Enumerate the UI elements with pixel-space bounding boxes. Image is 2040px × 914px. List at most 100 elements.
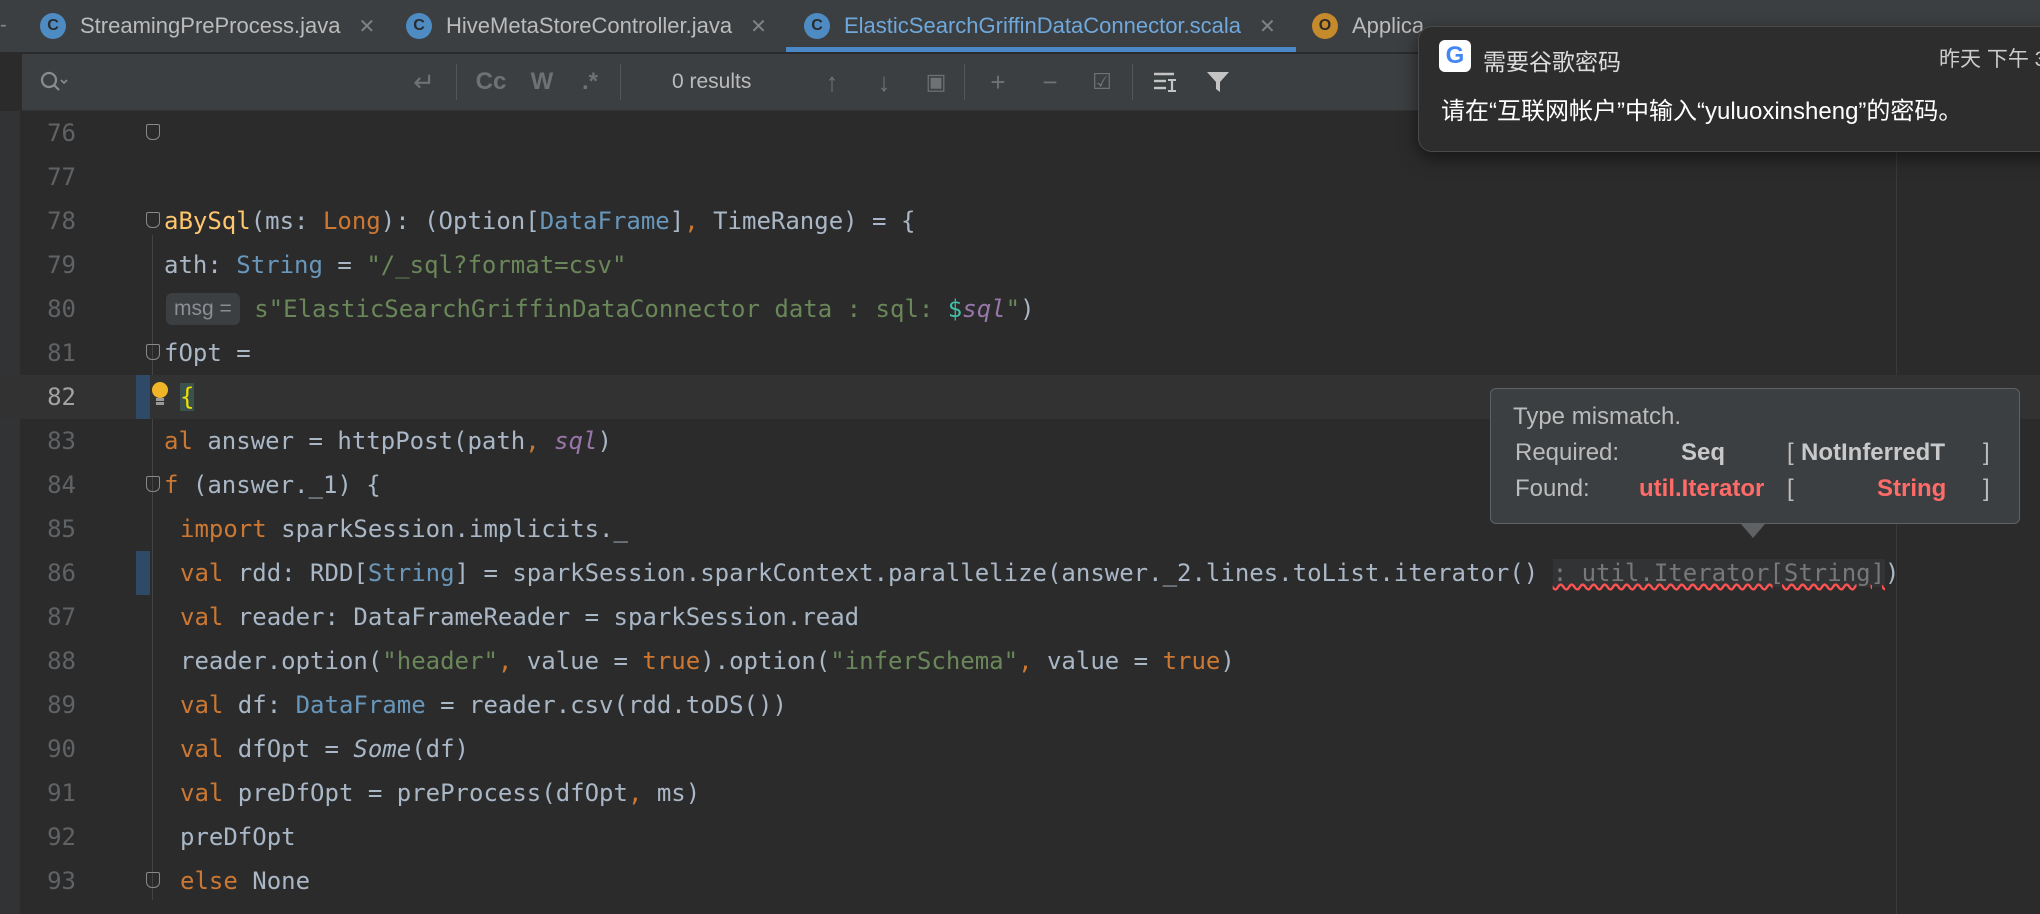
code-line[interactable]: 77 xyxy=(0,155,2040,199)
tab-label: Applica xyxy=(1352,13,1425,38)
type-inlay-hint: : util.Iterator[String] xyxy=(1552,559,1886,587)
search-icon[interactable] xyxy=(34,54,74,110)
found-row: Found: util.Iterator [ String ] xyxy=(1515,475,2015,509)
change-marker xyxy=(136,375,150,419)
line-number: 79 xyxy=(47,251,76,279)
close-icon[interactable]: ✕ xyxy=(358,14,375,39)
java-class-icon: C xyxy=(406,13,432,39)
code-line[interactable]: 89 val df: DataFrame = reader.csv(rdd.to… xyxy=(0,683,2040,727)
code-line[interactable]: 87 val reader: DataFrameReader = sparkSe… xyxy=(0,595,2040,639)
code-text: val rdd: RDD[String] = sparkSession.spar… xyxy=(180,559,1900,587)
line-number: 76 xyxy=(47,119,76,147)
fold-icon[interactable] xyxy=(146,476,160,492)
new-line-icon[interactable]: ↵ xyxy=(404,54,444,110)
fold-icon[interactable] xyxy=(146,344,160,360)
code-text: preDfOpt xyxy=(180,823,296,851)
toggle-occurrence-icon[interactable]: ☑ xyxy=(1082,54,1122,110)
code-text: import sparkSession.implicits._ xyxy=(180,515,628,543)
scala-class-icon: C xyxy=(804,13,830,39)
code-text: val preDfOpt = preProcess(dfOpt, ms) xyxy=(180,779,701,807)
code-text: val reader: DataFrameReader = sparkSessi… xyxy=(180,603,860,631)
found-type: util.Iterator xyxy=(1639,475,1765,502)
tab-hive-metastore-controller[interactable]: C HiveMetaStoreController.java ✕ xyxy=(406,0,767,52)
line-number: 92 xyxy=(47,823,76,851)
code-text: al answer = httpPost(path, sql) xyxy=(164,427,612,455)
select-all-occurrences-icon[interactable]: ▣ xyxy=(916,54,956,110)
system-notification[interactable]: G 需要谷歌密码 昨天 下午 3 请在“互联网帐户”中输入“yuluoxinsh… xyxy=(1418,26,2040,152)
whole-words-button[interactable]: W xyxy=(522,54,562,110)
notification-body: 请在“互联网帐户”中输入“yuluoxinsheng”的密码。 xyxy=(1441,98,1963,125)
filter-settings-icon[interactable] xyxy=(1146,54,1186,110)
match-case-button[interactable]: Cc xyxy=(468,54,514,110)
line-number: 90 xyxy=(47,735,76,763)
tooltip-title: Type mismatch. xyxy=(1513,403,1682,430)
code-text: val df: DataFrame = reader.csv(rdd.toDS(… xyxy=(180,691,787,719)
object-icon: O xyxy=(1312,13,1338,39)
fold-icon[interactable] xyxy=(146,124,160,140)
line-number: 86 xyxy=(47,559,76,587)
notification-title: 需要谷歌密码 xyxy=(1483,49,1621,75)
google-icon: G xyxy=(1439,40,1471,72)
line-number: 89 xyxy=(47,691,76,719)
code-text: { xyxy=(180,383,195,411)
code-line[interactable]: 86 val rdd: RDD[String] = sparkSession.s… xyxy=(0,551,2040,595)
line-number: 93 xyxy=(47,867,76,895)
close-icon[interactable]: ✕ xyxy=(1259,14,1276,39)
tab-elasticsearch-connector[interactable]: C ElasticSearchGriffinDataConnector.scal… xyxy=(786,0,1296,52)
java-class-icon: C xyxy=(40,13,66,39)
tooltip-pointer xyxy=(1741,524,1765,538)
fold-icon[interactable] xyxy=(146,872,160,888)
fold-icon[interactable] xyxy=(146,212,160,228)
code-text: fOpt = xyxy=(164,339,251,367)
change-marker xyxy=(136,551,150,595)
next-occurrence-icon[interactable]: ↓ xyxy=(864,54,904,110)
code-line[interactable]: 81 fOpt = xyxy=(0,331,2040,375)
code-text: ath: String = "/_sql?format=csv" xyxy=(164,251,627,279)
close-bracket: ] xyxy=(1983,439,1990,466)
remove-occurrence-icon[interactable]: − xyxy=(1030,54,1070,110)
tab-label: ElasticSearchGriffinDataConnector.scala xyxy=(844,13,1242,38)
filter-icon[interactable] xyxy=(1198,54,1238,110)
close-bracket: ] xyxy=(1983,475,1990,502)
code-line[interactable]: 92 preDfOpt xyxy=(0,815,2040,859)
code-text: msg = s"ElasticSearchGriffinDataConnecto… xyxy=(166,293,1035,327)
tab-label: StreamingPreProcess.java xyxy=(80,13,341,38)
code-text: val dfOpt = Some(df) xyxy=(180,735,469,763)
found-param: String xyxy=(1877,475,1947,502)
close-icon[interactable]: ✕ xyxy=(750,14,767,39)
search-input[interactable] xyxy=(82,62,422,102)
code-line[interactable]: 88 reader.option("header", value = true)… xyxy=(0,639,2040,683)
required-label: Required: xyxy=(1515,439,1620,466)
add-occurrence-icon[interactable]: + xyxy=(978,54,1018,110)
tab-label: HiveMetaStoreController.java xyxy=(446,13,733,38)
open-bracket: [ xyxy=(1787,475,1794,502)
tab-application[interactable]: O Applica xyxy=(1312,0,1424,52)
line-number: 91 xyxy=(47,779,76,807)
tab-overflow-icon[interactable]: - xyxy=(0,14,7,37)
search-results-count: 0 results xyxy=(672,70,752,93)
code-text: aBySql(ms: Long): (Option[DataFrame], Ti… xyxy=(164,207,916,235)
code-line[interactable]: 80 msg = s"ElasticSearchGriffinDataConne… xyxy=(0,287,2040,331)
required-param: NotInferredT xyxy=(1801,439,1945,466)
code-line[interactable]: 93 else None xyxy=(0,859,2040,903)
notification-time: 昨天 下午 3 xyxy=(1939,48,2040,71)
code-line[interactable]: 90 val dfOpt = Some(df) xyxy=(0,727,2040,771)
line-number: 78 xyxy=(47,207,76,235)
code-text: f (answer._1) { xyxy=(164,471,381,499)
open-bracket: [ xyxy=(1787,439,1794,466)
regex-button[interactable]: .* xyxy=(570,54,610,110)
found-label: Found: xyxy=(1515,475,1590,502)
required-row: Required: Seq [ NotInferredT ] xyxy=(1515,439,2015,473)
line-number: 88 xyxy=(47,647,76,675)
line-number: 80 xyxy=(47,295,76,323)
tab-streaming-preprocess[interactable]: C StreamingPreProcess.java ✕ xyxy=(40,0,375,52)
required-type: Seq xyxy=(1681,439,1726,466)
line-number: 83 xyxy=(47,427,76,455)
lightbulb-icon[interactable] xyxy=(150,381,170,407)
parameter-hint: msg = xyxy=(166,293,240,325)
code-line[interactable]: 79 ath: String = "/_sql?format=csv" xyxy=(0,243,2040,287)
previous-occurrence-icon[interactable]: ↑ xyxy=(812,54,852,110)
code-line[interactable]: 91 val preDfOpt = preProcess(dfOpt, ms) xyxy=(0,771,2040,815)
code-line[interactable]: 78 aBySql(ms: Long): (Option[DataFrame],… xyxy=(0,199,2040,243)
line-number: 77 xyxy=(47,163,76,191)
